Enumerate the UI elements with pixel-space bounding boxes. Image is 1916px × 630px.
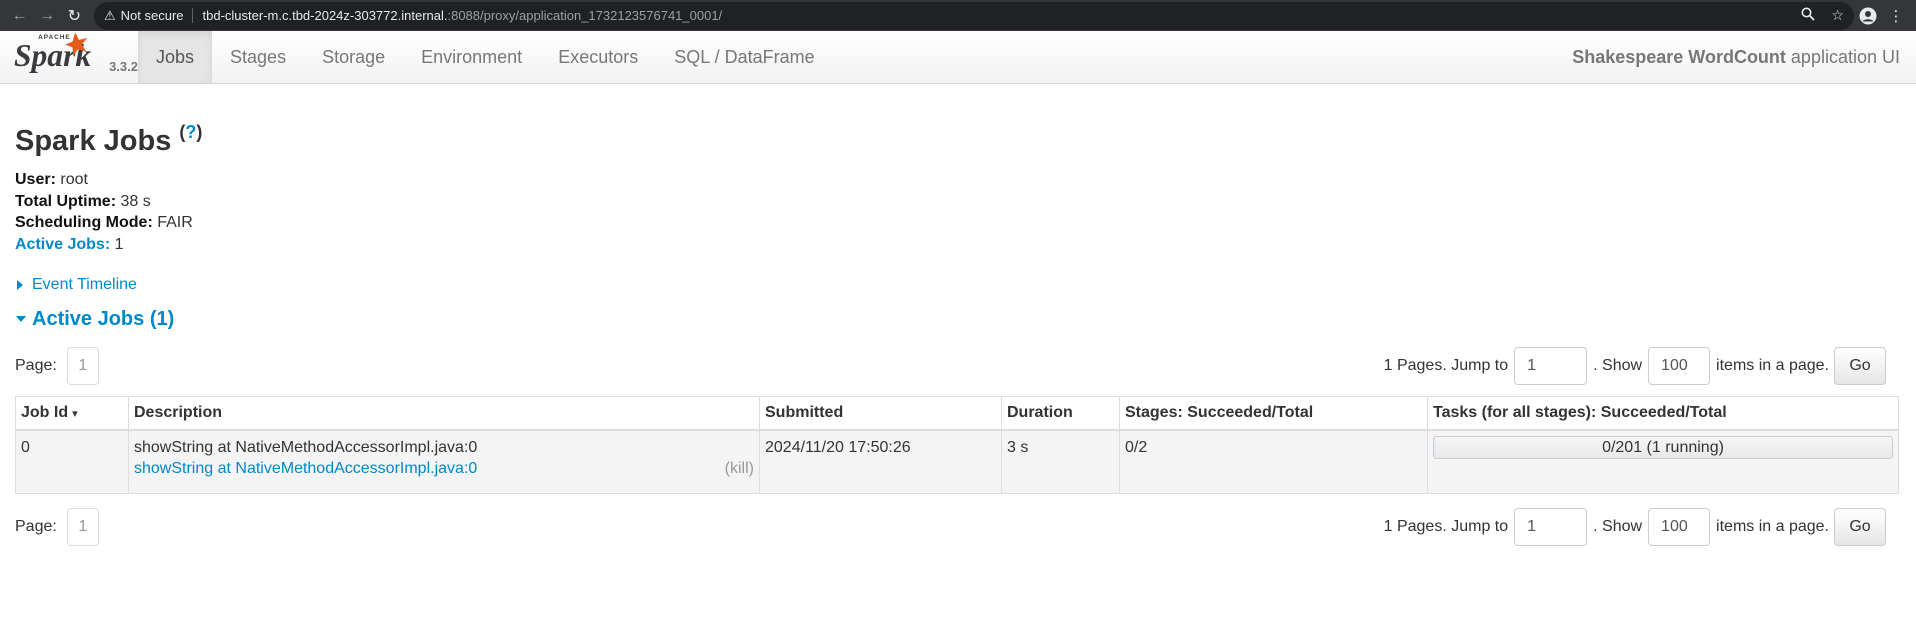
pager-top: Page: 1 1 Pages. Jump to 1 . Show 100 it…	[15, 346, 1901, 386]
event-timeline-label[interactable]: Event Timeline	[32, 276, 137, 294]
spark-logo-graphic: APACHE Spark	[14, 32, 91, 73]
cell-tasks: 0/201 (1 running)	[1427, 429, 1899, 494]
spark-version: 3.3.2	[109, 59, 138, 74]
table-header-row: Job Id ▾ Description Submitted Duration S…	[15, 396, 1899, 431]
user-value: root	[60, 171, 88, 188]
page-size-input[interactable]: 100	[1648, 347, 1711, 385]
summary-user: User: root	[15, 169, 1901, 191]
summary-active-jobs: Active Jobs: 1	[15, 234, 1901, 256]
tab-sql-dataframe[interactable]: SQL / DataFrame	[656, 31, 832, 83]
tab-environment[interactable]: Environment	[403, 31, 540, 83]
reload-icon[interactable]: ↻	[61, 2, 88, 30]
zoom-icon[interactable]	[1801, 7, 1816, 24]
cell-stages: 0/2	[1119, 429, 1428, 494]
description-link[interactable]: showString at NativeMethodAccessorImpl.j…	[134, 460, 477, 477]
table-row: 0 showString at NativeMethodAccessorImpl…	[15, 429, 1899, 494]
active-jobs-table: Job Id ▾ Description Submitted Duration S…	[15, 396, 1899, 494]
user-label: User:	[15, 171, 56, 188]
page-number-button[interactable]: 1	[66, 508, 99, 546]
go-button[interactable]: Go	[1834, 508, 1886, 546]
jump-to-page-input[interactable]: 1	[1514, 508, 1588, 546]
warning-icon[interactable]: ⚠	[104, 8, 116, 24]
pager-controls: 1 Pages. Jump to 1 . Show 100 items in a…	[1384, 507, 1886, 547]
cell-job-id: 0	[15, 429, 129, 494]
back-arrow-icon[interactable]: ←	[6, 2, 33, 30]
security-label[interactable]: Not secure	[121, 8, 193, 23]
spark-logo[interactable]: APACHE Spark 3.3.2	[14, 31, 138, 83]
kill-link[interactable]: (kill)	[725, 458, 754, 479]
help-tooltip: (?)	[179, 122, 202, 142]
items-text: items in a page.	[1716, 518, 1829, 535]
sort-desc-icon[interactable]: ▾	[72, 408, 78, 420]
active-jobs-value: 1	[114, 235, 124, 253]
app-name-suffix: application UI	[1790, 47, 1900, 67]
tasks-progress-label: 0/201 (1 running)	[1602, 438, 1724, 456]
cell-description: showString at NativeMethodAccessorImpl.j…	[128, 429, 760, 494]
col-tasks[interactable]: Tasks (for all stages): Succeeded/Total	[1427, 396, 1899, 431]
pages-jump-text: 1 Pages. Jump to	[1383, 357, 1509, 374]
url-host[interactable]: tbd-cluster-m.c.tbd-2024z-303772.interna…	[203, 8, 448, 23]
browser-toolbar: ← → ↻ ⚠ Not secure tbd-cluster-m.c.tbd-2…	[0, 0, 1916, 31]
event-timeline-toggle[interactable]: Event Timeline	[15, 275, 1901, 295]
tab-stages[interactable]: Stages	[212, 31, 304, 83]
menu-dots-icon[interactable]: ⋮	[1882, 2, 1910, 30]
application-name: Shakespeare WordCount application UI	[1572, 31, 1900, 84]
page-title-text: Spark Jobs	[15, 125, 172, 157]
cell-submitted: 2024/11/20 17:50:26	[759, 429, 1002, 494]
tasks-progress-bar: 0/201 (1 running)	[1433, 435, 1893, 459]
help-link[interactable]: ?	[185, 122, 196, 142]
tab-storage[interactable]: Storage	[304, 31, 403, 83]
show-text: . Show	[1593, 357, 1643, 374]
uptime-label: Total Uptime:	[15, 192, 117, 210]
tab-executors[interactable]: Executors	[540, 31, 656, 83]
address-bar[interactable]: ⚠ Not secure tbd-cluster-m.c.tbd-2024z-3…	[93, 1, 1854, 30]
page-content: Spark Jobs (?) User: root Total Uptime: …	[0, 114, 1916, 547]
pager-controls: 1 Pages. Jump to 1 . Show 100 items in a…	[1384, 346, 1886, 386]
scheduling-value: FAIR	[157, 214, 193, 231]
uptime-value: 38 s	[120, 192, 151, 210]
description-row2: showString at NativeMethodAccessorImpl.j…	[134, 458, 754, 479]
spark-navbar: APACHE Spark 3.3.2 Jobs Stages Storage E…	[0, 31, 1916, 84]
col-submitted[interactable]: Submitted	[759, 396, 1002, 431]
summary-list: User: root Total Uptime: 38 s Scheduling…	[15, 169, 1901, 255]
active-jobs-header-label[interactable]: Active Jobs (1)	[32, 308, 174, 331]
page-number-button[interactable]: 1	[66, 347, 99, 385]
col-duration[interactable]: Duration	[1001, 396, 1120, 431]
tab-jobs[interactable]: Jobs	[138, 31, 213, 83]
go-button[interactable]: Go	[1834, 347, 1886, 385]
summary-scheduling: Scheduling Mode: FAIR	[15, 212, 1901, 234]
page-label: Page:	[15, 518, 57, 535]
col-job-id-label[interactable]: Job Id	[21, 404, 68, 421]
bookmark-star-icon[interactable]: ☆	[1831, 7, 1844, 24]
pager-bottom: Page: 1 1 Pages. Jump to 1 . Show 100 it…	[15, 507, 1901, 547]
summary-uptime: Total Uptime: 38 s	[15, 191, 1901, 213]
col-job-id[interactable]: Job Id ▾	[15, 396, 129, 431]
show-text: . Show	[1593, 518, 1643, 535]
forward-arrow-icon[interactable]: →	[33, 2, 60, 30]
caret-right-icon	[17, 280, 23, 290]
page-size-input[interactable]: 100	[1648, 508, 1711, 546]
app-name-bold: Shakespeare WordCount	[1572, 47, 1786, 67]
col-stages[interactable]: Stages: Succeeded/Total	[1119, 396, 1428, 431]
description-text: showString at NativeMethodAccessorImpl.j…	[134, 438, 478, 456]
url-path[interactable]: :8088/proxy/application_1732123576741_00…	[447, 8, 722, 23]
jump-to-page-input[interactable]: 1	[1514, 347, 1588, 385]
help-paren-close: )	[196, 122, 203, 142]
pages-jump-text: 1 Pages. Jump to	[1383, 518, 1509, 535]
items-text: items in a page.	[1716, 357, 1829, 374]
active-jobs-link[interactable]: Active Jobs:	[15, 236, 110, 253]
scheduling-label: Scheduling Mode:	[15, 214, 153, 231]
caret-down-icon	[16, 316, 26, 322]
cell-duration: 3 s	[1001, 429, 1120, 494]
active-jobs-header[interactable]: Active Jobs (1)	[15, 306, 1901, 332]
col-description[interactable]: Description	[128, 396, 760, 431]
page-label: Page:	[15, 357, 57, 374]
page-title: Spark Jobs (?)	[15, 114, 1901, 159]
profile-avatar-icon[interactable]	[1854, 2, 1882, 30]
